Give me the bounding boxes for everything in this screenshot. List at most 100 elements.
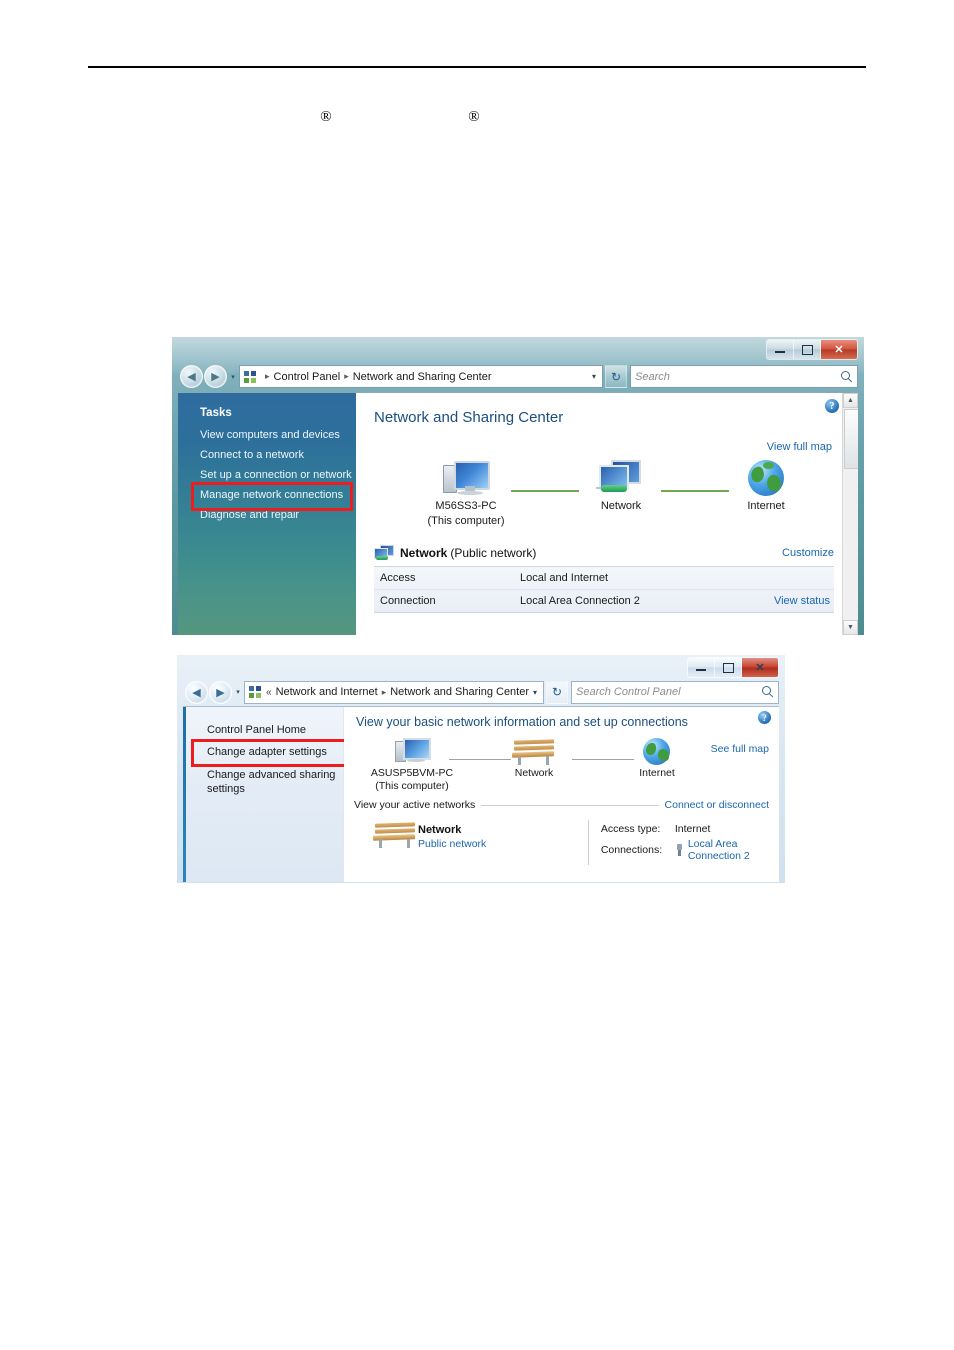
breadcrumb-network-sharing-center[interactable]: Network and Sharing Center [353, 371, 492, 383]
search-input[interactable]: Search [635, 371, 841, 383]
breadcrumb-separator: ▸ [344, 371, 349, 381]
network-type-link[interactable]: Public network [418, 838, 588, 850]
view-full-map-link[interactable]: View full map [767, 441, 832, 453]
control-panel-icon [248, 685, 263, 699]
active-networks-header: View your active networks Connect or dis… [354, 799, 769, 811]
section-divider [481, 804, 659, 806]
minimize-button[interactable] [767, 340, 794, 359]
forward-button[interactable]: ▶ [209, 680, 232, 704]
network-icon [374, 545, 394, 561]
sidebar-item-control-panel-home[interactable]: Control Panel Home [183, 719, 343, 741]
breadcrumb-control-panel[interactable]: Control Panel [274, 371, 341, 383]
history-dropdown-caret[interactable]: ▾ [227, 373, 239, 381]
window-controls[interactable]: ✕ [766, 339, 858, 360]
refresh-button[interactable]: ↻ [546, 680, 568, 704]
refresh-button[interactable]: ↻ [605, 365, 627, 388]
sidebar-heading: Tasks [200, 407, 232, 419]
help-icon[interactable]: ? [825, 399, 839, 413]
breadcrumb-leading-separator: ▸ [265, 371, 270, 381]
sidebar-item-change-advanced-sharing-settings[interactable]: Change advanced sharing settings [183, 764, 343, 801]
diagram-node-network-label: Network [600, 500, 642, 512]
computer-icon [395, 737, 431, 767]
globe-icon [641, 737, 673, 767]
titlebar[interactable]: ✕ [177, 655, 785, 679]
sidebar-item-change-adapter-settings[interactable]: Change adapter settings [183, 741, 343, 763]
diagram-node-computer[interactable]: M56SS3-PC (This computer) [406, 459, 526, 529]
history-dropdown-caret[interactable]: ▾ [232, 688, 244, 696]
sidebar-item-view-computers-and-devices[interactable]: View computers and devices [178, 425, 356, 445]
vertical-divider [588, 820, 589, 865]
address-bar[interactable]: ▸ Control Panel ▸ Network and Sharing Ce… [239, 365, 603, 388]
bench-icon [372, 820, 418, 850]
network-name: Network [418, 824, 462, 836]
window-controls[interactable]: ✕ [687, 657, 779, 678]
tasks-sidebar: Tasks View computers and devices Connect… [178, 393, 356, 635]
vista-network-sharing-center-window[interactable]: ✕ ◀ ▶ ▾ ▸ Control Panel ▸ Network and Sh… [172, 337, 864, 635]
diagram-node-network[interactable]: Network [561, 459, 681, 514]
bench-icon [511, 737, 556, 767]
active-network-block: Network (Public network) Customize Acces… [374, 545, 834, 623]
registered-mark-1: ® [320, 109, 332, 125]
address-toolbar[interactable]: ◀ ▶ ▾ « Network and Internet ▸ Network a… [185, 680, 779, 704]
close-button[interactable]: ✕ [742, 658, 778, 677]
table-row: Access Local and Internet [374, 567, 834, 589]
help-icon[interactable]: ? [758, 711, 771, 724]
registered-mark-2: ® [468, 109, 480, 125]
diagram-node-computer[interactable]: ASUSP5BVM-PC (This computer) [357, 737, 467, 793]
diagram-node-internet[interactable]: Internet [602, 737, 712, 780]
breadcrumb-separator: ▸ [381, 686, 387, 697]
close-button[interactable]: ✕ [821, 340, 857, 359]
minimize-button[interactable] [688, 658, 715, 677]
search-input[interactable]: Search Control Panel [576, 686, 762, 698]
scroll-down-arrow[interactable]: ▼ [843, 620, 858, 635]
win7-network-sharing-center-window[interactable]: ✕ ◀ ▶ ▾ « Network and Internet ▸ Network… [177, 655, 785, 883]
breadcrumb-network-sharing-center[interactable]: Network and Sharing Center [390, 686, 529, 698]
diagram-node-computer-name: ASUSP5BVM-PC [370, 767, 454, 779]
vertical-scrollbar[interactable]: ▲ ▼ [842, 393, 858, 635]
search-box[interactable]: Search Control Panel [571, 680, 779, 704]
forward-button[interactable]: ▶ [204, 365, 227, 388]
sidebar-item-connect-to-a-network[interactable]: Connect to a network [178, 445, 356, 465]
row-label-connection: Connection [380, 595, 436, 607]
network-icon [595, 459, 647, 499]
table-row: Connection Local Area Connection 2 View … [374, 589, 834, 612]
address-bar[interactable]: « Network and Internet ▸ Network and Sha… [244, 680, 544, 704]
network-identity: Network Public network [418, 820, 588, 850]
connect-or-disconnect-link[interactable]: Connect or disconnect [665, 799, 769, 811]
diagram-node-internet[interactable]: Internet [706, 459, 826, 514]
row-label-access: Access [380, 572, 416, 584]
page-title: View your basic network information and … [356, 715, 688, 729]
network-block-footer-rule [374, 612, 834, 623]
sidebar-item-manage-network-connections[interactable]: Manage network connections [178, 485, 356, 505]
network-kind: (Public network) [450, 546, 537, 560]
maximize-button[interactable] [794, 340, 821, 359]
breadcrumb-overflow-chevron[interactable]: « [266, 687, 272, 698]
sidebar-item-diagnose-and-repair[interactable]: Diagnose and repair [178, 505, 356, 525]
local-area-connection-link[interactable]: Local Area Connection 2 [688, 838, 769, 862]
computer-icon [443, 459, 490, 499]
active-networks-label: View your active networks [354, 799, 476, 811]
active-network-entry: Network Public network Access type: Inte… [372, 820, 769, 865]
scroll-up-arrow[interactable]: ▲ [843, 393, 858, 408]
detail-connections: Connections: Local Area Connection 2 [601, 838, 769, 862]
titlebar[interactable]: ✕ [172, 337, 864, 363]
customize-link[interactable]: Customize [782, 547, 834, 559]
sidebar-item-set-up-a-connection-or-network[interactable]: Set up a connection or network [178, 465, 356, 485]
diagram-node-computer-sublabel: (This computer) [375, 780, 449, 793]
diagram-node-computer-sublabel: (This computer) [427, 514, 505, 527]
view-status-link[interactable]: View status [774, 595, 830, 607]
network-details: Access type: Internet Connections: Local… [601, 820, 769, 865]
maximize-button[interactable] [715, 658, 742, 677]
address-dropdown-caret[interactable]: ▾ [529, 688, 541, 697]
scrollbar-thumb[interactable] [844, 409, 858, 469]
network-detail-rows: Access Local and Internet Connection Loc… [374, 567, 834, 612]
back-button[interactable]: ◀ [185, 680, 208, 704]
address-dropdown-caret[interactable]: ▾ [588, 372, 600, 381]
network-map-diagram: ASUSP5BVM-PC (This computer) Network Int… [344, 737, 779, 797]
network-name: Network [400, 546, 448, 560]
search-box[interactable]: Search [630, 365, 858, 388]
back-button[interactable]: ◀ [180, 365, 203, 388]
address-toolbar[interactable]: ◀ ▶ ▾ ▸ Control Panel ▸ Network and Shar… [180, 365, 858, 388]
breadcrumb-network-and-internet[interactable]: Network and Internet [276, 686, 378, 698]
window-body: Tasks View computers and devices Connect… [178, 392, 858, 635]
